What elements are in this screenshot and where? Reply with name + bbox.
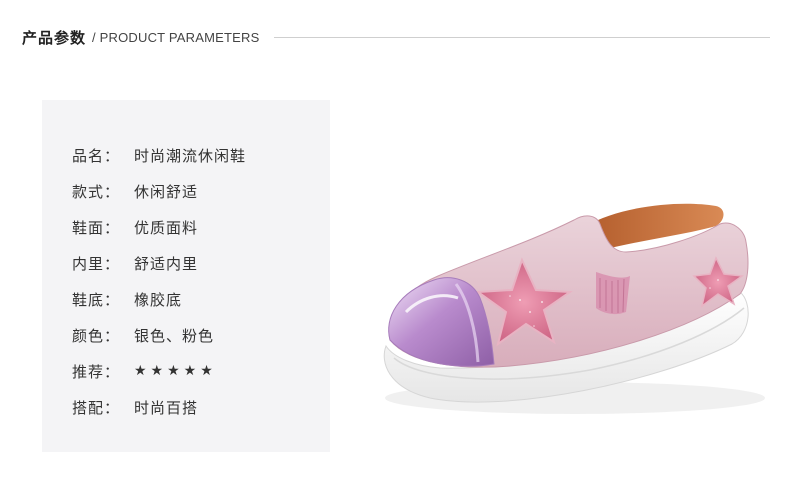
params-panel: 品名： 时尚潮流休闲鞋 款式： 休闲舒适 鞋面： 优质面料 内里： 舒适内里 鞋… [42,100,330,452]
param-row-lining: 内里： 舒适内里 [72,252,198,274]
param-value: 橡胶底 [134,290,183,309]
param-label: 内里： [72,254,121,273]
section-header: 产品参数 / PRODUCT PARAMETERS [22,24,770,50]
section-title: 产品参数 [22,28,87,47]
param-value: 银色、粉色 [134,326,215,345]
param-row-rating: 推荐： ★★★★★ [72,360,217,382]
pink-star-shoe-icon [383,203,765,414]
param-label: 颜色： [72,326,121,345]
param-value: 时尚潮流休闲鞋 [134,146,247,165]
param-row-upper: 鞋面： 优质面料 [72,216,198,238]
param-row-color: 颜色： 银色、粉色 [72,324,214,346]
section-subtitle: / PRODUCT PARAMETERS [92,29,260,45]
param-row-name: 品名： 时尚潮流休闲鞋 [72,144,246,166]
param-label: 搭配： [72,398,121,417]
param-value: 舒适内里 [134,254,199,273]
param-row-sole: 鞋底： 橡胶底 [72,288,182,310]
product-image [360,180,770,430]
param-row-match: 搭配： 时尚百搭 [72,396,198,418]
param-label: 款式： [72,182,121,201]
param-value: 休闲舒适 [134,182,199,201]
param-row-style: 款式： 休闲舒适 [72,180,198,202]
param-label: 推荐： [72,362,121,381]
header-divider [273,36,770,38]
param-value: 优质面料 [134,218,199,237]
param-label: 鞋底： [72,290,121,309]
param-value: 时尚百搭 [134,398,199,417]
param-label: 品名： [72,146,121,165]
rating-stars: ★★★★★ [134,363,217,379]
param-label: 鞋面： [72,218,121,237]
